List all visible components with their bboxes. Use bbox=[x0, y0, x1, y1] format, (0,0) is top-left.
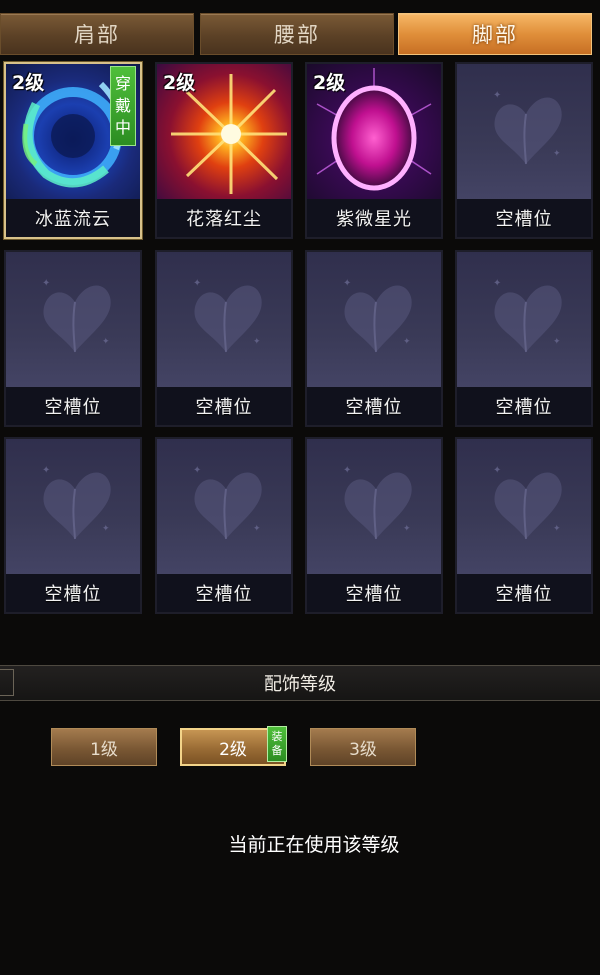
accessory-slot-10[interactable]: ✦ ✦ 空槽位 bbox=[155, 437, 293, 614]
svg-text:✦: ✦ bbox=[193, 278, 201, 289]
accessory-slot-2[interactable]: 2级 花落红尘 bbox=[155, 62, 293, 239]
butterfly-icon: ✦ ✦ bbox=[42, 278, 111, 353]
accessory-slot-1[interactable]: 2级 穿 戴 中 冰蓝流云 bbox=[4, 62, 142, 239]
svg-text:✦: ✦ bbox=[403, 524, 411, 534]
empty-slot-art: ✦ ✦ bbox=[457, 64, 591, 201]
butterfly-icon: ✦ ✦ bbox=[493, 278, 562, 353]
empty-slot-art: ✦ ✦ bbox=[157, 252, 291, 389]
empty-slot-art: ✦ ✦ bbox=[6, 439, 140, 576]
level-1-button[interactable]: 1级 bbox=[51, 728, 157, 766]
svg-text:✦: ✦ bbox=[102, 337, 110, 347]
accessory-slot-6[interactable]: ✦ ✦ 空槽位 bbox=[155, 250, 293, 427]
svg-text:✦: ✦ bbox=[193, 465, 201, 476]
empty-slot-art: ✦ ✦ bbox=[157, 439, 291, 576]
equipped-badge: 装 备 bbox=[267, 726, 287, 762]
butterfly-icon: ✦ ✦ bbox=[193, 278, 262, 353]
header-cap-ornament bbox=[0, 669, 14, 696]
slot-level: 2级 bbox=[163, 72, 196, 94]
slot-name: 空槽位 bbox=[457, 574, 591, 612]
accessory-slot-8[interactable]: ✦ ✦ 空槽位 bbox=[455, 250, 593, 427]
empty-slot-art: ✦ ✦ bbox=[457, 439, 591, 576]
butterfly-icon: ✦ ✦ bbox=[343, 278, 412, 353]
butterfly-icon: ✦ ✦ bbox=[493, 465, 562, 540]
empty-slot-art: ✦ ✦ bbox=[6, 252, 140, 389]
accessory-slot-11[interactable]: ✦ ✦ 空槽位 bbox=[305, 437, 443, 614]
svg-text:✦: ✦ bbox=[343, 465, 351, 476]
slot-name: 空槽位 bbox=[307, 387, 441, 425]
svg-text:✦: ✦ bbox=[493, 90, 501, 101]
accessory-slot-12[interactable]: ✦ ✦ 空槽位 bbox=[455, 437, 593, 614]
accessory-slot-7[interactable]: ✦ ✦ 空槽位 bbox=[305, 250, 443, 427]
slot-name: 空槽位 bbox=[157, 387, 291, 425]
accessory-slot-3[interactable]: 2级 紫微星光 bbox=[305, 62, 443, 239]
svg-text:✦: ✦ bbox=[553, 149, 561, 159]
svg-text:✦: ✦ bbox=[42, 278, 50, 289]
level-3-button[interactable]: 3级 bbox=[310, 728, 416, 766]
equipped-badge-char: 备 bbox=[271, 744, 283, 757]
tab-foot[interactable]: 脚部 bbox=[398, 13, 592, 55]
svg-text:✦: ✦ bbox=[493, 465, 501, 476]
section-title: 配饰等级 bbox=[264, 674, 336, 695]
butterfly-icon: ✦ ✦ bbox=[493, 90, 562, 165]
empty-slot-art: ✦ ✦ bbox=[307, 439, 441, 576]
slot-name: 冰蓝流云 bbox=[6, 199, 140, 237]
svg-text:✦: ✦ bbox=[553, 337, 561, 347]
slot-level: 2级 bbox=[12, 72, 45, 94]
tab-shoulder[interactable]: 肩部 bbox=[0, 13, 194, 55]
wearing-badge-char: 中 bbox=[114, 118, 131, 137]
svg-text:✦: ✦ bbox=[343, 278, 351, 289]
svg-text:✦: ✦ bbox=[42, 465, 50, 476]
slot-name: 空槽位 bbox=[457, 387, 591, 425]
accessory-slot-5[interactable]: ✦ ✦ 空槽位 bbox=[4, 250, 142, 427]
svg-text:✦: ✦ bbox=[493, 278, 501, 289]
svg-text:✦: ✦ bbox=[553, 524, 561, 534]
empty-slot-art: ✦ ✦ bbox=[307, 252, 441, 389]
equipped-badge-char: 装 bbox=[271, 730, 283, 743]
svg-text:✦: ✦ bbox=[403, 337, 411, 347]
slot-name: 空槽位 bbox=[6, 574, 140, 612]
empty-slot-art: ✦ ✦ bbox=[457, 252, 591, 389]
butterfly-icon: ✦ ✦ bbox=[193, 465, 262, 540]
wearing-badge-char: 戴 bbox=[114, 96, 131, 115]
status-text: 当前正在使用该等级 bbox=[228, 834, 400, 856]
accessory-slot-4[interactable]: ✦ ✦ 空槽位 bbox=[455, 62, 593, 239]
wearing-badge-char: 穿 bbox=[114, 74, 131, 93]
slot-level: 2级 bbox=[313, 72, 346, 94]
section-header: 配饰等级 bbox=[0, 665, 600, 701]
slot-name: 空槽位 bbox=[307, 574, 441, 612]
butterfly-icon: ✦ ✦ bbox=[343, 465, 412, 540]
tab-waist[interactable]: 腰部 bbox=[200, 13, 394, 55]
slot-name: 空槽位 bbox=[457, 199, 591, 237]
accessory-slot-9[interactable]: ✦ ✦ 空槽位 bbox=[4, 437, 142, 614]
accessory-tab-bar: 肩部 腰部 脚部 bbox=[0, 13, 600, 57]
slot-name: 空槽位 bbox=[6, 387, 140, 425]
svg-text:✦: ✦ bbox=[253, 337, 261, 347]
butterfly-icon: ✦ ✦ bbox=[42, 465, 111, 540]
slot-name: 花落红尘 bbox=[157, 199, 291, 237]
wearing-badge: 穿 戴 中 bbox=[110, 66, 136, 146]
svg-text:✦: ✦ bbox=[102, 524, 110, 534]
svg-text:✦: ✦ bbox=[253, 524, 261, 534]
slot-name: 空槽位 bbox=[157, 574, 291, 612]
slot-name: 紫微星光 bbox=[307, 199, 441, 237]
